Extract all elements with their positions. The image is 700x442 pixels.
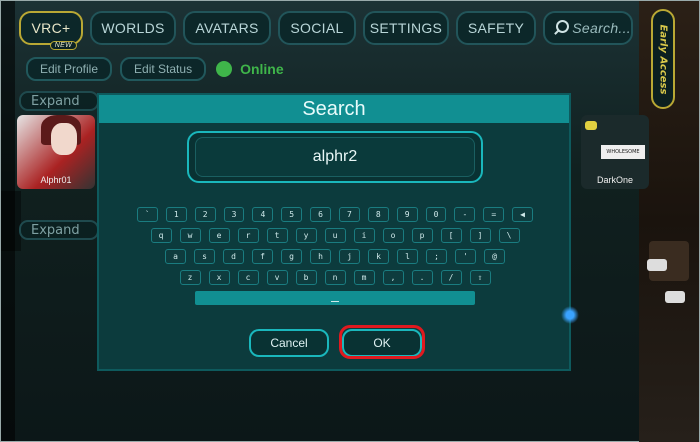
search-button-label: Search... (572, 20, 631, 36)
keyboard-key[interactable]: d (223, 249, 244, 264)
friend-card-darkone[interactable]: WHOLESOME DarkOne (581, 115, 649, 189)
keyboard-row-2: q w e r t y u i o p [] \ (137, 228, 533, 243)
keyboard-key[interactable]: . (411, 270, 433, 285)
keyboard-key[interactable]: x (208, 270, 230, 285)
keyboard-key[interactable]: u (324, 228, 346, 243)
tab-avatars[interactable]: AVATARS (183, 11, 271, 45)
keyboard-key[interactable]: h (310, 249, 331, 264)
keyboard-key[interactable]: s (194, 249, 215, 264)
keyboard-key[interactable]: o (382, 228, 404, 243)
keyboard-key[interactable]: j (339, 249, 360, 264)
keyboard-key[interactable]: i (353, 228, 375, 243)
keyboard-key[interactable]: 5 (281, 207, 303, 222)
tab-safety[interactable]: SAFETY (456, 11, 536, 45)
keyboard-key[interactable]: ◀ (512, 207, 534, 222)
tab-social[interactable]: SOCIAL (278, 11, 356, 45)
search-button[interactable]: Search... (543, 11, 633, 45)
keyboard-key[interactable]: - (454, 207, 476, 222)
keyboard-key[interactable]: 0 (425, 207, 447, 222)
keyboard-key[interactable]: p (411, 228, 433, 243)
cancel-button[interactable]: Cancel (249, 329, 329, 357)
expand-button-bottom[interactable]: Expand (19, 220, 99, 240)
profile-row: Edit Profile Edit Status Online (26, 57, 284, 81)
keyboard-key[interactable]: m (353, 270, 375, 285)
keyboard-key[interactable]: g (281, 249, 302, 264)
friend-name: DarkOne (596, 175, 633, 185)
keyboard-key[interactable]: 2 (194, 207, 216, 222)
keyboard-key[interactable]: 7 (339, 207, 360, 222)
keyboard-key[interactable]: 4 (252, 207, 274, 222)
keyboard-key[interactable]: n (324, 270, 346, 285)
edit-profile-button[interactable]: Edit Profile (26, 57, 113, 81)
spacebar-key[interactable] (195, 291, 475, 305)
keyboard-row-1: ` 1 2 3 4 5 6 7 8 9 0- = ◀ (136, 207, 534, 222)
keyboard-key[interactable]: y (295, 228, 317, 243)
top-navigation: VRC+ NEW WORLDS AVATARS SOCIAL SETTINGS … (19, 11, 633, 50)
keyboard-key[interactable]: ' (455, 249, 476, 264)
vrc-plus-button[interactable]: VRC+ NEW (19, 11, 83, 50)
keyboard-key[interactable]: 8 (367, 207, 389, 222)
search-dialog: Search alphr2 ` 1 2 3 4 5 6 7 8 9 0- = ◀ q w e r t y u i o p [… (97, 93, 571, 371)
friend-name: Alphr01 (40, 175, 72, 185)
expand-button-top[interactable]: Expand (19, 91, 99, 111)
world-sign: WHOLESOME (601, 145, 645, 159)
scene-lamp (665, 291, 685, 303)
scene-shade (1, 191, 21, 251)
keyboard-key[interactable]: b (295, 270, 317, 285)
keyboard-row-4: z x c v b n m,. / ⇧ (137, 270, 533, 285)
friend-card-alphr01[interactable]: Alphr01 (17, 115, 95, 189)
scene-lamp (647, 259, 667, 271)
vrc-plus-label: VRC+ (31, 20, 71, 36)
keyboard-key[interactable]: 1 (165, 207, 187, 222)
keyboard-row-3: a s d f g h j k l; ' @ (137, 249, 533, 264)
keyboard-key[interactable]: @ (484, 249, 505, 264)
virtual-keyboard: ` 1 2 3 4 5 6 7 8 9 0- = ◀ q w e r t y u i o p [] \ a s d f g h j k l; '… (136, 207, 534, 305)
keyboard-key[interactable]: k (368, 249, 389, 264)
keyboard-key[interactable]: w (179, 228, 201, 243)
online-status-dot (216, 61, 233, 77)
keyboard-key[interactable]: ] (469, 228, 491, 243)
keyboard-key[interactable]: 3 (223, 207, 245, 222)
avatar-face (51, 123, 77, 155)
tab-worlds[interactable]: WORLDS (90, 11, 176, 45)
keyboard-key[interactable]: z (179, 270, 201, 285)
keyboard-key[interactable]: c (237, 270, 259, 285)
keyboard-key[interactable]: l (397, 249, 418, 264)
ok-highlight-ring (339, 325, 425, 359)
keyboard-key[interactable]: ⇧ (469, 270, 491, 285)
keyboard-key[interactable]: [ (440, 228, 462, 243)
keyboard-key[interactable]: 6 (310, 207, 331, 222)
search-input[interactable]: alphr2 (195, 137, 475, 177)
keyboard-key[interactable]: q (150, 228, 172, 243)
keyboard-key[interactable]: f (252, 249, 273, 264)
keyboard-key[interactable]: ` (136, 207, 158, 222)
new-badge: NEW (49, 41, 77, 50)
keyboard-key[interactable]: a (165, 249, 186, 264)
keyboard-key[interactable]: 9 (396, 207, 418, 222)
early-access-label: Early Access (657, 24, 669, 94)
online-status-text: Online (240, 61, 284, 77)
sparkle-effect (561, 306, 579, 324)
keyboard-key[interactable]: , (382, 270, 404, 285)
keyboard-key[interactable]: t (266, 228, 288, 243)
early-access-badge[interactable]: Early Access (651, 9, 675, 109)
search-field-frame: alphr2 (187, 131, 483, 183)
keyboard-key[interactable]: v (266, 270, 288, 285)
chat-bubble-icon (585, 121, 597, 130)
dialog-title: Search (99, 95, 569, 123)
edit-status-button[interactable]: Edit Status (120, 57, 207, 81)
keyboard-key[interactable]: e (208, 228, 230, 243)
keyboard-key[interactable]: \ (498, 228, 520, 243)
tab-settings[interactable]: SETTINGS (363, 11, 449, 45)
search-icon (553, 20, 570, 36)
keyboard-key[interactable]: r (237, 228, 259, 243)
keyboard-key[interactable]: / (440, 270, 462, 285)
keyboard-key[interactable]: = (483, 207, 505, 222)
keyboard-key[interactable]: ; (426, 249, 447, 264)
